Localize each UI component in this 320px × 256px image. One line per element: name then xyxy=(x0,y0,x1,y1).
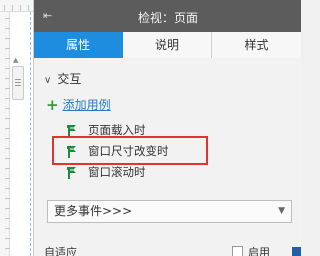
chevron-down-icon: ∨ xyxy=(44,75,52,86)
add-case-link[interactable]: + 添加用例 xyxy=(46,95,111,114)
enable-checkbox-label: 启用 xyxy=(248,246,270,256)
more-events-value: 更多事件>>> xyxy=(54,204,133,218)
add-case-label: 添加用例 xyxy=(62,98,111,112)
interaction-section-label: 交互 xyxy=(57,72,82,86)
scroll-up-icon[interactable]: ▲ xyxy=(13,56,18,64)
adaptive-row: 自适应 启用 xyxy=(44,244,301,256)
horizontal-ruler xyxy=(0,0,33,12)
more-events-dropdown[interactable]: 更多事件>>> ▼ xyxy=(47,200,292,223)
canvas-scrollbar-thumb[interactable] xyxy=(12,66,24,100)
panel-corner-icon xyxy=(292,247,301,256)
event-label: 窗口尺寸改变时 xyxy=(88,144,169,158)
event-label: 页面载入时 xyxy=(88,123,146,137)
chevron-down-icon: ▼ xyxy=(278,206,285,216)
plus-icon: + xyxy=(46,96,59,114)
app-window: ▲ ⇤ 检视：页面 属性 说明 样式 ∨ 交互 + 添加用例 页面载入时 窗口尺… xyxy=(0,0,301,256)
canvas-guide-line xyxy=(30,12,31,256)
tab-style[interactable]: 样式 xyxy=(212,32,301,58)
event-label: 窗口滚动时 xyxy=(88,165,146,179)
vertical-ruler xyxy=(0,12,10,256)
design-canvas[interactable]: ▲ xyxy=(0,0,33,256)
event-item-window-resize[interactable]: 窗口尺寸改变时 xyxy=(66,142,169,160)
event-flag-icon xyxy=(66,166,78,180)
inspector-tabs: 属性 说明 样式 xyxy=(34,32,301,58)
event-item-window-scroll[interactable]: 窗口滚动时 xyxy=(66,163,146,181)
inspector-panel: ⇤ 检视：页面 属性 说明 样式 ∨ 交互 + 添加用例 页面载入时 窗口尺寸改变时 xyxy=(33,0,301,256)
inspector-titlebar: ⇤ 检视：页面 xyxy=(34,0,301,32)
tab-properties[interactable]: 属性 xyxy=(34,32,123,58)
interaction-section-header[interactable]: ∨ 交互 xyxy=(44,70,81,87)
enable-checkbox[interactable] xyxy=(232,246,243,256)
inspector-title: 检视：页面 xyxy=(137,11,198,25)
adaptive-label: 自适应 xyxy=(44,246,77,256)
tab-notes[interactable]: 说明 xyxy=(123,32,212,58)
event-flag-icon xyxy=(66,145,78,159)
